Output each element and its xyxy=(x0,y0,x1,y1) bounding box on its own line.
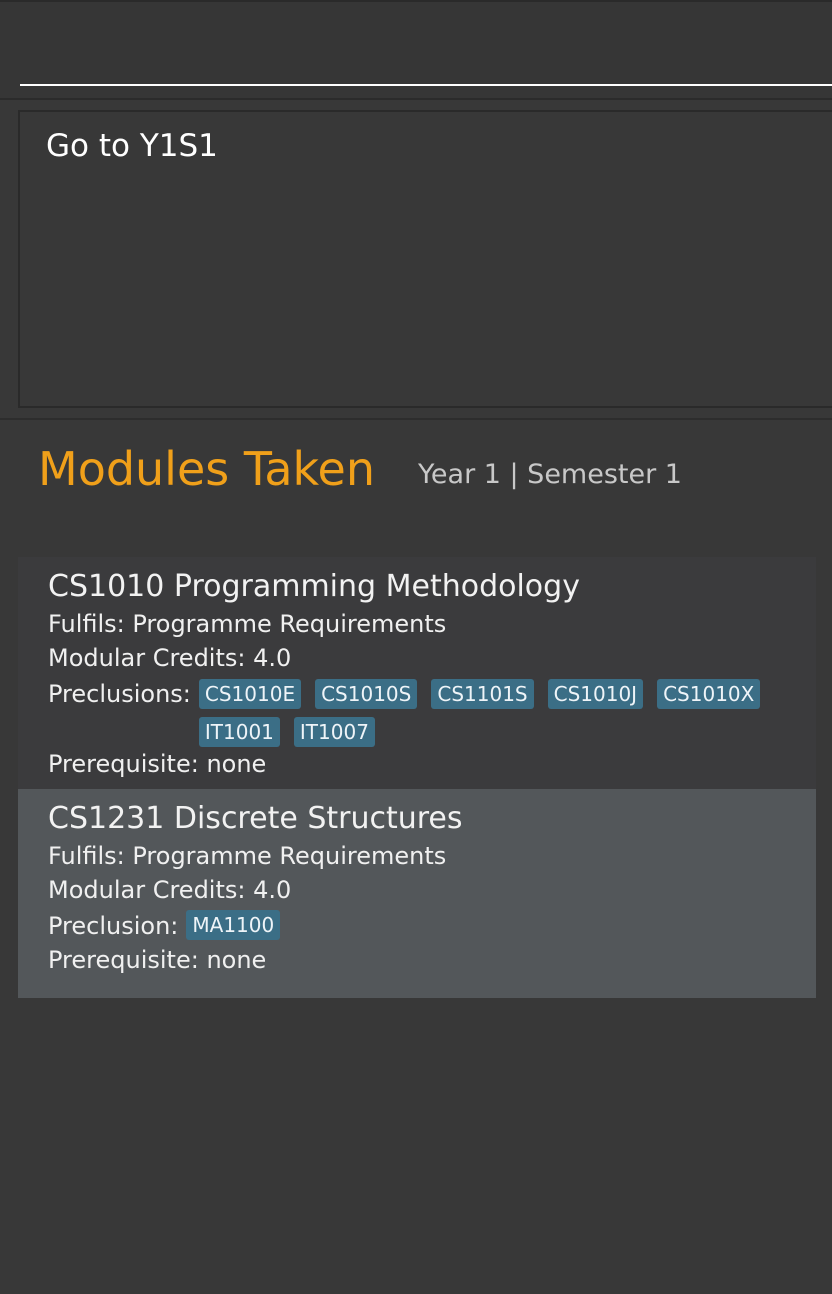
preclusion-tag: CS1010J xyxy=(547,679,644,709)
module-title: CS1231 Discrete Structures xyxy=(48,801,463,836)
preclusion-row: Preclusion: MA1100 xyxy=(48,907,786,943)
divider xyxy=(0,98,832,100)
preclusion-tag: IT1001 xyxy=(198,717,280,747)
module-prerequisite: Prerequisite: none xyxy=(48,750,267,778)
preclusion-tags: CS1010E CS1010S CS1101S CS1010J CS1010X … xyxy=(198,675,786,747)
module-list[interactable]: CS1010 Programming Methodology Fulfils: … xyxy=(18,557,816,998)
module-prerequisite: Prerequisite: none xyxy=(48,946,267,974)
result-display: Go to Y1S1 xyxy=(18,110,832,408)
divider xyxy=(0,418,832,420)
module-title: CS1010 Programming Methodology xyxy=(48,569,580,604)
module-credits: Modular Credits: 4.0 xyxy=(48,644,292,672)
command-area xyxy=(0,0,832,98)
preclusion-tags: MA1100 xyxy=(186,907,786,940)
result-text: Go to Y1S1 xyxy=(46,128,218,164)
module-card-cs1231[interactable]: CS1231 Discrete Structures Fulfils: Prog… xyxy=(18,789,816,998)
preclusion-tag: MA1100 xyxy=(186,910,281,940)
module-fulfils: Fulfils: Programme Requirements xyxy=(48,610,447,638)
preclusion-tag: IT1007 xyxy=(293,717,375,747)
preclusion-row: Preclusions: CS1010E CS1010S CS1101S CS1… xyxy=(48,675,786,747)
command-input[interactable] xyxy=(20,22,832,86)
preclusion-label: Preclusions: xyxy=(48,680,191,708)
module-card-cs1010[interactable]: CS1010 Programming Methodology Fulfils: … xyxy=(18,557,816,789)
preclusion-label: Preclusion: xyxy=(48,912,179,940)
semester-label: Year 1 | Semester 1 xyxy=(418,459,682,490)
page-title: Modules Taken xyxy=(38,442,375,496)
preclusion-tag: CS1010S xyxy=(315,679,418,709)
module-fulfils: Fulfils: Programme Requirements xyxy=(48,842,447,870)
preclusion-tag: CS1010E xyxy=(198,679,302,709)
preclusion-tag: CS1101S xyxy=(431,679,534,709)
module-credits: Modular Credits: 4.0 xyxy=(48,876,292,904)
preclusion-tag: CS1010X xyxy=(657,679,761,709)
